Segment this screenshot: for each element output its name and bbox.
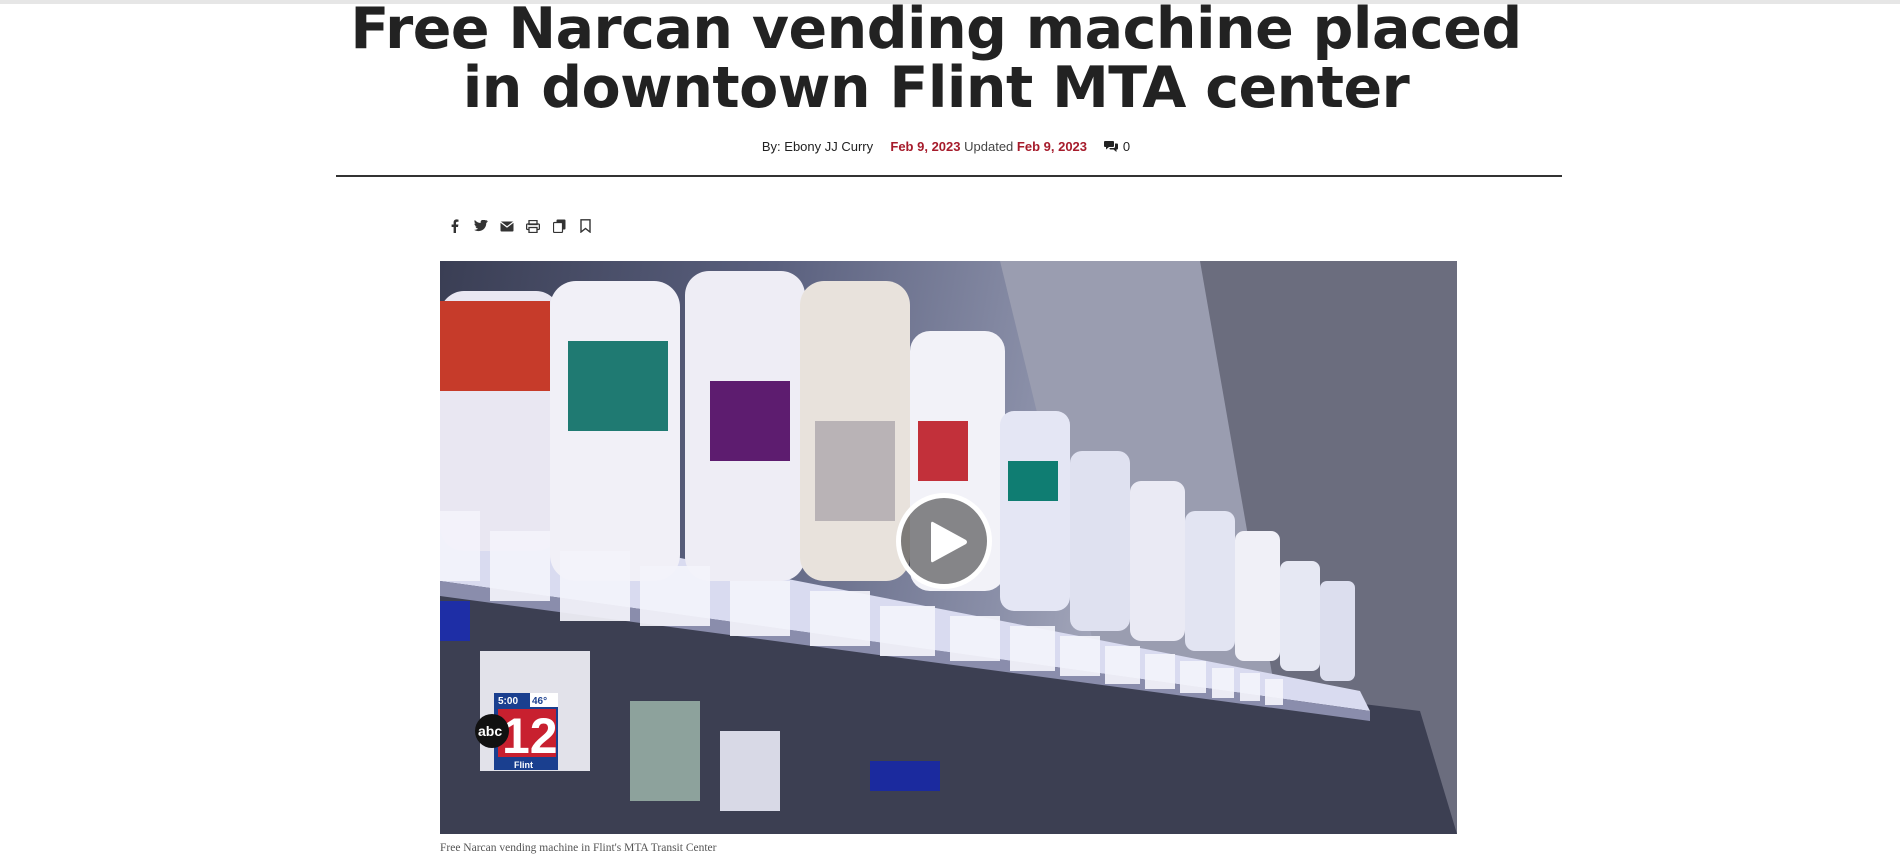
page-title: Free Narcan vending machine placed in do… [350, 0, 1522, 121]
comments-link[interactable]: 0 [1104, 139, 1130, 154]
video-player[interactable]: 5:00 46° 12 abc Flint [440, 261, 1457, 834]
bookmark-icon [579, 219, 591, 233]
email-icon [500, 221, 514, 231]
logo-city: Flint [514, 760, 533, 770]
facebook-share-button[interactable] [446, 217, 464, 235]
copy-icon [552, 219, 565, 233]
logo-temp: 46° [532, 696, 547, 707]
share-toolbar [446, 216, 594, 236]
logo-channel: 12 [502, 708, 558, 764]
logo-time: 5:00 [498, 696, 518, 707]
twitter-icon [474, 220, 488, 232]
comment-count: 0 [1122, 139, 1131, 154]
logo-network: abc [478, 723, 502, 739]
facebook-icon [451, 219, 459, 233]
play-button[interactable] [896, 493, 992, 589]
twitter-share-button[interactable] [472, 217, 490, 235]
comments-icon [1104, 141, 1119, 152]
print-button[interactable] [524, 217, 542, 235]
abc12-logo: 5:00 46° 12 abc Flint [474, 691, 564, 771]
author[interactable]: By: Ebony JJ Curry [762, 139, 873, 154]
updated-date: Feb 9, 2023 [1016, 139, 1088, 154]
copy-link-button[interactable] [550, 217, 568, 235]
email-share-button[interactable] [498, 217, 516, 235]
print-icon [526, 219, 540, 233]
bookmark-button[interactable] [576, 217, 594, 235]
updated-label: Updated [964, 139, 1014, 154]
play-icon [931, 521, 967, 563]
byline: By: Ebony JJ Curry Feb 9, 2023 Updated F… [336, 139, 1556, 154]
published-date: Feb 9, 2023 [890, 139, 961, 154]
video-caption: Free Narcan vending machine in Flint's M… [440, 842, 717, 854]
header-divider [336, 175, 1562, 177]
